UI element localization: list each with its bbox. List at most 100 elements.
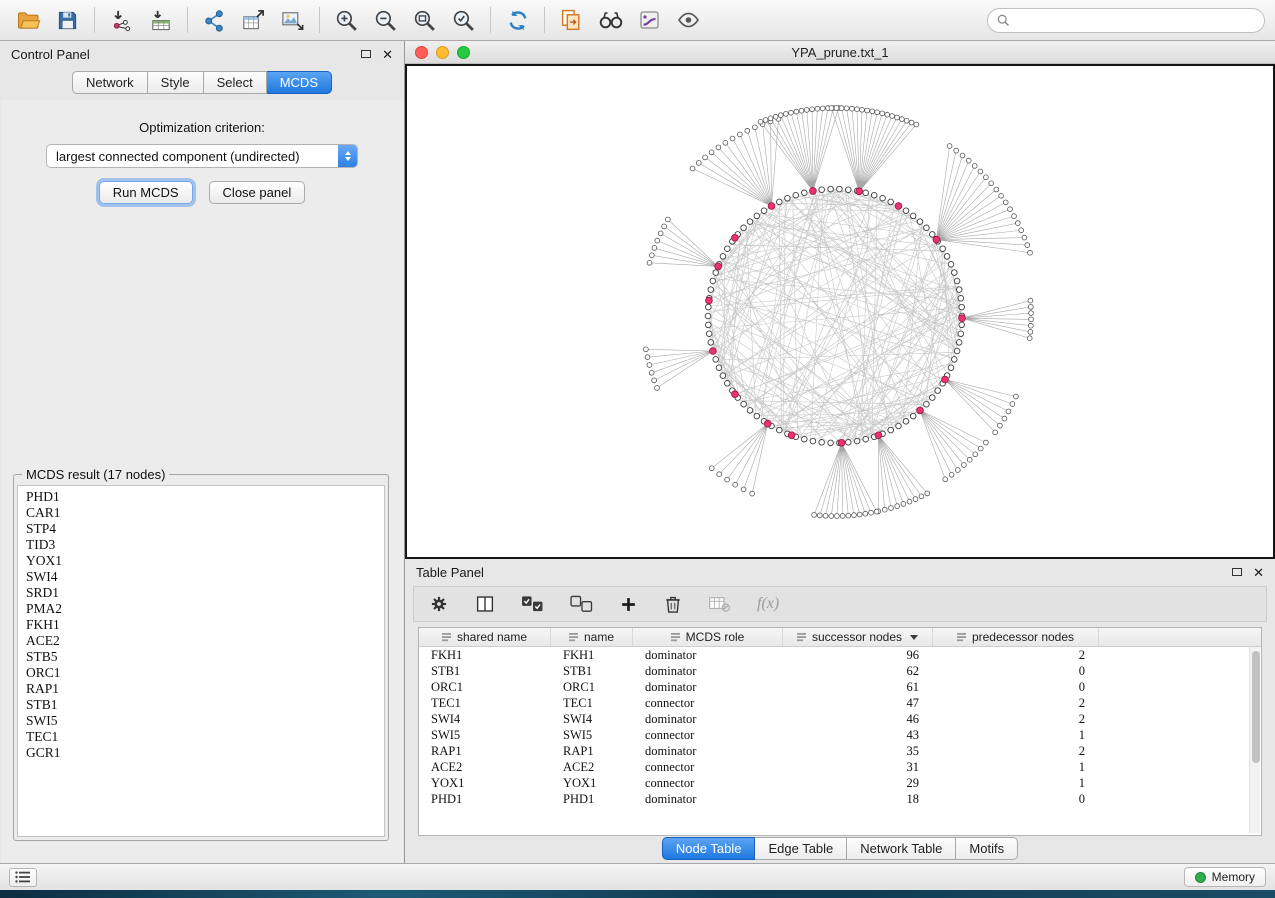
memory-button[interactable]: Memory [1184,867,1266,887]
mcds-result-item[interactable]: PMA2 [26,601,376,617]
table-row[interactable]: PHD1PHD1dominator180 [419,791,1261,807]
table-cell: dominator [633,663,783,679]
task-history-button[interactable] [9,868,37,887]
tab-edge-table[interactable]: Edge Table [755,837,847,860]
close-window-button[interactable] [415,46,428,59]
save-session-button[interactable] [49,4,86,36]
zoom-fit-button[interactable] [406,4,443,36]
tab-motifs[interactable]: Motifs [956,837,1018,860]
import-network-icon [109,8,135,33]
add-column-button[interactable] [619,595,638,614]
export-image-button[interactable] [274,4,311,36]
render-options-button[interactable] [631,4,668,36]
sort-icon [442,632,452,642]
table-row[interactable]: ACE2ACE2connector311 [419,759,1261,775]
minimize-window-button[interactable] [436,46,449,59]
function-builder-button[interactable]: f(x) [757,595,779,613]
status-bar: Memory [0,863,1275,890]
mcds-result-item[interactable]: CAR1 [26,505,376,521]
column-header-MCDS-role[interactable]: MCDS role [633,628,783,646]
delete-column-button[interactable] [664,594,682,614]
mcds-result-item[interactable]: STB1 [26,697,376,713]
mcds-result-item[interactable]: ORC1 [26,665,376,681]
mcds-result-item[interactable]: SWI5 [26,713,376,729]
close-panel-button[interactable]: Close panel [209,181,306,204]
criterion-dropdown[interactable]: largest connected component (undirected) [46,144,358,168]
close-table-panel-icon[interactable]: ✕ [1253,566,1264,579]
mcds-result-item[interactable]: PHD1 [26,489,376,505]
float-table-panel-icon[interactable] [1232,568,1242,576]
table-cell: 2 [933,711,1099,727]
tab-network[interactable]: Network [72,71,148,94]
table-row[interactable]: STB1STB1dominator620 [419,663,1261,679]
scrollbar-thumb[interactable] [1252,651,1260,763]
table-cell: SWI4 [551,711,633,727]
mcds-result-item[interactable]: STP4 [26,521,376,537]
zoom-out-button[interactable] [367,4,404,36]
mcds-result-item[interactable]: YOX1 [26,553,376,569]
table-cell: 1 [933,759,1099,775]
right-column: YPA_prune.txt_1 Table Panel ✕ [405,41,1275,863]
table-header-row: shared namenameMCDS rolesuccessor nodesp… [419,628,1261,647]
open-session-button[interactable] [10,4,47,36]
column-header-name[interactable]: name [551,628,633,646]
unselect-all-button[interactable] [570,595,593,614]
find-button[interactable] [592,4,629,36]
run-mcds-button[interactable]: Run MCDS [99,181,193,204]
network-window-titlebar[interactable]: YPA_prune.txt_1 [405,41,1275,64]
floppy-disk-icon [56,9,79,32]
network-canvas[interactable] [405,64,1275,559]
column-header-successor-nodes[interactable]: successor nodes [783,628,933,646]
tab-style[interactable]: Style [148,71,204,94]
unchecked-boxes-icon [570,595,593,614]
tab-node-table[interactable]: Node Table [662,837,756,860]
tab-select[interactable]: Select [204,71,267,94]
float-panel-icon[interactable] [361,50,371,58]
mcds-result-item[interactable]: SRD1 [26,585,376,601]
network-window-title: YPA_prune.txt_1 [791,45,888,60]
zoom-in-button[interactable] [328,4,365,36]
mcds-result-group: MCDS result (17 nodes) PHD1CAR1STP4TID3Y… [13,467,389,841]
apply-layout-button[interactable] [499,4,536,36]
zoom-window-button[interactable] [457,46,470,59]
export-network-button[interactable] [196,4,233,36]
zoom-selected-button[interactable] [445,4,482,36]
import-table-button[interactable] [142,4,179,36]
table-cell: 0 [933,663,1099,679]
mcds-result-item[interactable]: STB5 [26,649,376,665]
mcds-result-item[interactable]: FKH1 [26,617,376,633]
tab-mcds[interactable]: MCDS [267,71,332,94]
table-scrollbar[interactable] [1249,647,1260,833]
table-row[interactable]: TEC1TEC1connector472 [419,695,1261,711]
mcds-result-item[interactable]: RAP1 [26,681,376,697]
table-settings-button[interactable] [429,594,449,614]
close-panel-icon[interactable]: ✕ [382,48,393,61]
zoom-in-icon [334,8,359,33]
mcds-result-title: MCDS result (17 nodes) [22,467,169,482]
mcds-result-item[interactable]: GCR1 [26,745,376,761]
table-row[interactable]: FKH1FKH1dominator962 [419,647,1261,663]
table-row[interactable]: SWI5SWI5connector431 [419,727,1261,743]
table-row[interactable]: ORC1ORC1dominator610 [419,679,1261,695]
mcds-result-item[interactable]: TID3 [26,537,376,553]
mcds-result-item[interactable]: SWI4 [26,569,376,585]
column-header-predecessor-nodes[interactable]: predecessor nodes [933,628,1099,646]
export-table-button[interactable] [235,4,272,36]
select-all-button[interactable] [521,595,544,614]
network-graph[interactable] [407,66,1273,557]
mcds-result-item[interactable]: ACE2 [26,633,376,649]
search-input[interactable] [1016,13,1255,27]
toolbar-separator [490,7,491,33]
import-network-button[interactable] [103,4,140,36]
table-row[interactable]: RAP1RAP1dominator352 [419,743,1261,759]
copy-button[interactable] [553,4,590,36]
mcds-result-item[interactable]: TEC1 [26,729,376,745]
window-controls [415,46,470,59]
show-hide-button[interactable] [670,4,707,36]
delete-table-button[interactable] [708,595,731,613]
table-row[interactable]: SWI4SWI4dominator462 [419,711,1261,727]
tab-network-table[interactable]: Network Table [847,837,956,860]
table-row[interactable]: YOX1YOX1connector291 [419,775,1261,791]
column-header-shared-name[interactable]: shared name [419,628,551,646]
show-columns-button[interactable] [475,595,495,613]
